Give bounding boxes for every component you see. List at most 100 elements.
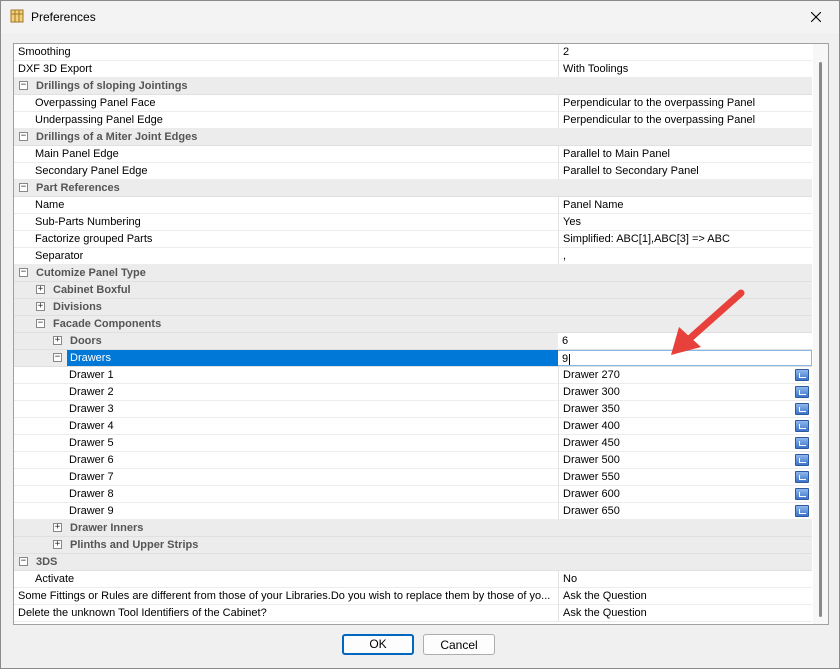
row-underpassing-panel-edge[interactable]: Underpassing Panel Edge Perpendicular to… [14,112,812,129]
property-value[interactable]: Drawer 400 [558,418,812,434]
property-name: Activate [35,573,75,585]
row-main-panel-edge[interactable]: Main Panel Edge Parallel to Main Panel [14,146,812,163]
row-delete-tool-identifiers[interactable]: Delete the unknown Tool Identifiers of t… [14,605,812,622]
expand-icon[interactable]: + [36,285,45,294]
category-label: 3DS [36,556,58,568]
property-value[interactable]: Parallel to Secondary Panel [558,163,812,179]
expand-icon[interactable]: + [53,523,62,532]
row-drawer-7[interactable]: Drawer 7 Drawer 550 [14,469,812,486]
property-value[interactable]: Drawer 350 [558,401,812,417]
category-label: Facade Components [53,318,162,330]
category-plinths-upper-strips[interactable]: + Plinths and Upper Strips [14,537,812,554]
expand-icon[interactable]: + [36,302,45,311]
category-drillings-sloping[interactable]: − Drillings of sloping Jointings [14,78,812,95]
row-drawer-2[interactable]: Drawer 2 Drawer 300 [14,384,812,401]
property-value[interactable]: Perpendicular to the overpassing Panel [558,95,812,111]
row-drawer-8[interactable]: Drawer 8 Drawer 600 [14,486,812,503]
picker-button-icon[interactable] [795,403,809,415]
row-smoothing[interactable]: Smoothing 2 [14,44,812,61]
collapse-icon[interactable]: − [19,81,28,90]
collapse-icon[interactable]: − [19,183,28,192]
picker-button-icon[interactable] [795,386,809,398]
category-label: Divisions [53,301,102,313]
property-value[interactable]: Panel Name [558,197,812,213]
property-value[interactable]: Yes [558,214,812,230]
row-separator[interactable]: Separator , [14,248,812,265]
category-drillings-miter[interactable]: − Drillings of a Miter Joint Edges [14,129,812,146]
property-name: Name [35,199,65,211]
row-replace-fittings[interactable]: Some Fittings or Rules are different fro… [14,588,812,605]
value-text: Drawer 600 [563,488,620,500]
property-value[interactable]: Simplified: ABC[1],ABC[3] => ABC [558,231,812,247]
property-value[interactable]: Drawer 300 [558,384,812,400]
picker-button-icon[interactable] [795,488,809,500]
row-drawer-5[interactable]: Drawer 5 Drawer 450 [14,435,812,452]
property-value[interactable]: Drawer 550 [558,469,812,485]
property-value[interactable]: Drawer 500 [558,452,812,468]
property-name: Underpassing Panel Edge [35,114,163,126]
property-value[interactable]: Drawer 450 [558,435,812,451]
property-value[interactable]: Drawer 600 [558,486,812,502]
picker-button-icon[interactable] [795,437,809,449]
expand-icon[interactable]: + [53,336,62,345]
property-value[interactable]: Parallel to Main Panel [558,146,812,162]
picker-button-icon[interactable] [795,454,809,466]
collapse-icon[interactable]: − [19,132,28,141]
category-part-references[interactable]: − Part References [14,180,812,197]
text-caret [569,353,571,365]
property-value[interactable]: Perpendicular to the overpassing Panel [558,112,812,128]
property-value[interactable]: Ask the Question [558,605,812,621]
category-label: Cutomize Panel Type [36,267,146,279]
property-name: Drawer 3 [69,403,114,415]
vertical-scrollbar[interactable] [813,44,828,624]
row-factorize-grouped-parts[interactable]: Factorize grouped Parts Simplified: ABC[… [14,231,812,248]
row-drawer-6[interactable]: Drawer 6 Drawer 500 [14,452,812,469]
scrollbar-thumb[interactable] [819,62,822,617]
picker-button-icon[interactable] [795,505,809,517]
value-text: Drawer 300 [563,386,620,398]
value-text: Drawer 500 [563,454,620,466]
category-cutomize-panel-type[interactable]: − Cutomize Panel Type [14,265,812,282]
close-button[interactable] [793,1,839,33]
property-name: Sub-Parts Numbering [35,216,141,228]
property-name: Secondary Panel Edge [35,165,148,177]
row-drawer-4[interactable]: Drawer 4 Drawer 400 [14,418,812,435]
property-value[interactable]: Ask the Question [558,588,812,604]
row-activate[interactable]: Activate No [14,571,812,588]
property-name: Drawer 8 [69,488,114,500]
cancel-button[interactable]: Cancel [423,634,495,655]
property-value[interactable]: With Toolings [558,61,812,77]
property-value[interactable]: No [558,571,812,587]
property-name: Drawers [67,350,558,366]
ok-button[interactable]: OK [342,634,414,655]
row-drawer-1[interactable]: Drawer 1 Drawer 270 [14,367,812,384]
value-text: Drawer 550 [563,471,620,483]
row-secondary-panel-edge[interactable]: Secondary Panel Edge Parallel to Seconda… [14,163,812,180]
property-value[interactable]: Drawer 270 [558,367,812,383]
property-name: Factorize grouped Parts [35,233,153,245]
collapse-icon[interactable]: − [19,268,28,277]
row-dxf-3d-export[interactable]: DXF 3D Export With Toolings [14,61,812,78]
row-drawer-3[interactable]: Drawer 3 Drawer 350 [14,401,812,418]
row-drawer-9[interactable]: Drawer 9 Drawer 650 [14,503,812,520]
title-bar: Preferences [1,1,839,33]
collapse-icon[interactable]: − [19,557,28,566]
property-value[interactable]: Drawer 650 [558,503,812,519]
value-text: Drawer 350 [563,403,620,415]
property-value[interactable]: 2 [558,44,812,60]
collapse-icon[interactable]: − [53,353,62,362]
row-overpassing-panel-face[interactable]: Overpassing Panel Face Perpendicular to … [14,95,812,112]
row-sub-parts-numbering[interactable]: Sub-Parts Numbering Yes [14,214,812,231]
expand-icon[interactable]: + [53,540,62,549]
collapse-icon[interactable]: − [36,319,45,328]
edit-text: 9 [562,353,569,365]
picker-button-icon[interactable] [795,369,809,381]
category-3ds[interactable]: − 3DS [14,554,812,571]
picker-button-icon[interactable] [795,471,809,483]
property-name: Overpassing Panel Face [35,97,156,109]
category-drawer-inners[interactable]: + Drawer Inners [14,520,812,537]
property-name: Drawer 6 [69,454,114,466]
row-name[interactable]: Name Panel Name [14,197,812,214]
picker-button-icon[interactable] [795,420,809,432]
property-value[interactable]: , [558,248,812,264]
